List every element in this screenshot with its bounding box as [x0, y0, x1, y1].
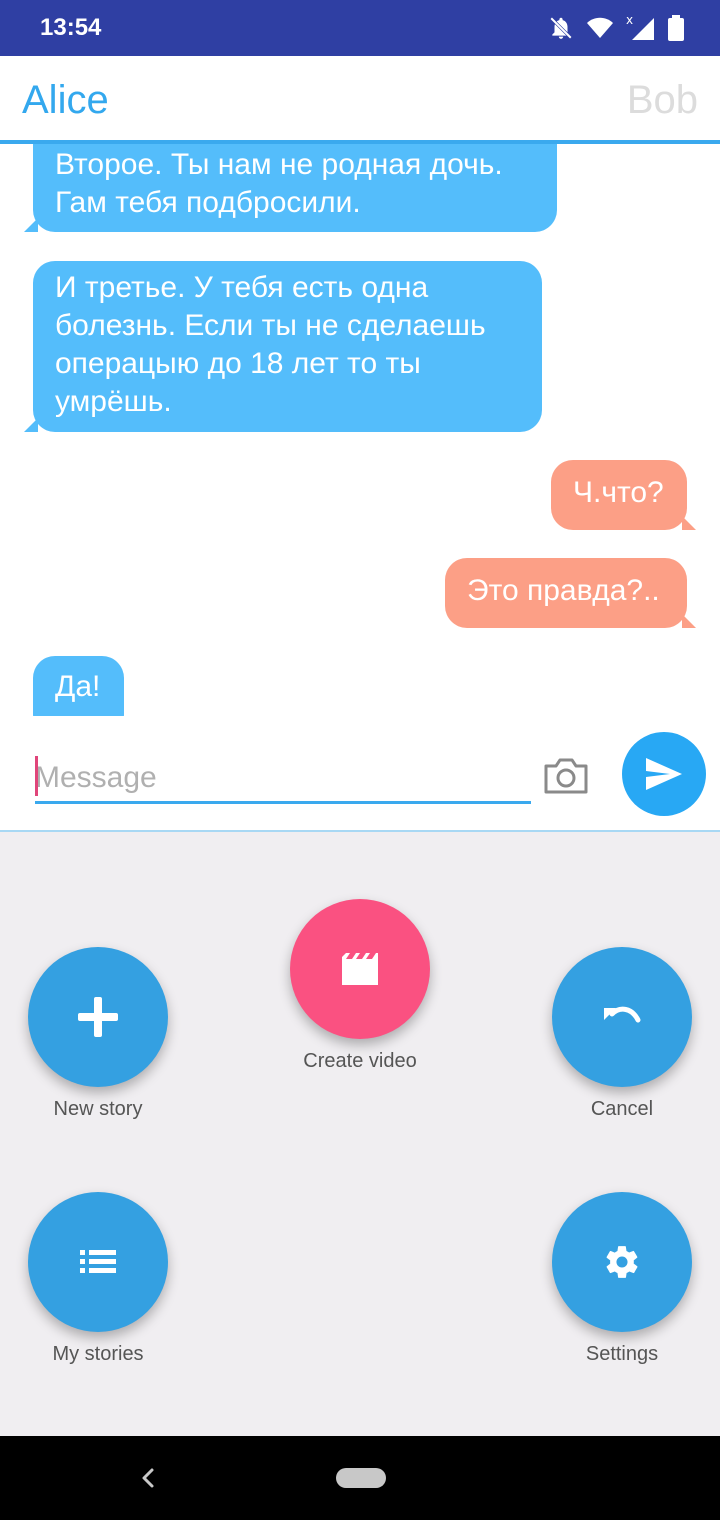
- settings-button[interactable]: [552, 1192, 692, 1332]
- message-bubble-incoming: Да!: [33, 656, 124, 716]
- participant-bob[interactable]: Bob: [627, 78, 698, 123]
- send-icon: [646, 758, 682, 790]
- bubble-tail: [24, 418, 38, 432]
- back-icon[interactable]: [136, 1462, 160, 1494]
- message-line: операцыю до 18 лет то ты: [55, 347, 421, 380]
- create-video-button[interactable]: [290, 899, 430, 1039]
- list-icon: [80, 1250, 116, 1273]
- camera-icon: [544, 758, 588, 794]
- my-stories-label: My stories: [52, 1343, 144, 1365]
- message-line: Гам тебя подбросили.: [55, 186, 361, 219]
- message-line: Ч.что?: [573, 476, 664, 509]
- create-video-label: Create video: [303, 1050, 417, 1072]
- home-pill[interactable]: [336, 1468, 386, 1488]
- send-button[interactable]: [622, 732, 706, 816]
- system-navigation-bar: [0, 1436, 720, 1520]
- cancel-button[interactable]: [552, 947, 692, 1087]
- status-bar: 13:54 x: [0, 0, 720, 56]
- bubble-tail: [682, 516, 696, 530]
- svg-text:x: x: [626, 14, 633, 27]
- message-bubble-incoming: И третье. У тебя есть одна болезнь. Если…: [33, 261, 542, 432]
- message-input[interactable]: [35, 754, 531, 804]
- chat-header: Alice Bob: [0, 56, 720, 144]
- status-time: 13:54: [40, 14, 102, 41]
- cancel-label: Cancel: [590, 1098, 654, 1120]
- message-line: И третье. У тебя есть одна: [55, 271, 429, 304]
- participant-alice[interactable]: Alice: [22, 78, 109, 123]
- wifi-icon: [587, 17, 613, 38]
- settings-label: Settings: [585, 1343, 659, 1365]
- gear-icon: [606, 1246, 638, 1278]
- message-composer: [0, 716, 720, 832]
- new-story-button[interactable]: [28, 947, 168, 1087]
- camera-button[interactable]: [542, 756, 590, 796]
- message-bubble-incoming: Второе. Ты нам не родная дочь. Гам тебя …: [33, 144, 557, 232]
- new-story-label: New story: [53, 1098, 143, 1120]
- plus-icon: [78, 997, 118, 1037]
- text-cursor: [35, 756, 38, 796]
- bubble-tail: [24, 218, 38, 232]
- bubble-tail: [682, 614, 696, 628]
- clapperboard-icon: [342, 953, 378, 985]
- message-line: умрёшь.: [55, 385, 172, 418]
- battery-icon: [668, 15, 684, 41]
- notifications-off-icon: [550, 17, 572, 39]
- message-line: Второе. Ты нам не родная дочь.: [55, 148, 503, 181]
- message-bubble-outgoing: Это правда?..: [445, 558, 687, 628]
- signal-icon: x: [626, 14, 654, 40]
- message-list[interactable]: Второе. Ты нам не родная дочь. Гам тебя …: [0, 144, 720, 716]
- message-bubble-outgoing: Ч.что?: [551, 460, 687, 530]
- status-icons: x: [548, 12, 684, 44]
- my-stories-button[interactable]: [28, 1192, 168, 1332]
- actions-panel: New story Create video Cancel My stories…: [0, 832, 720, 1436]
- message-line: Это правда?..: [467, 574, 660, 607]
- message-line: Да!: [55, 670, 101, 703]
- undo-icon: [604, 1006, 641, 1023]
- message-line: болезнь. Если ты не сделаешь: [55, 309, 486, 342]
